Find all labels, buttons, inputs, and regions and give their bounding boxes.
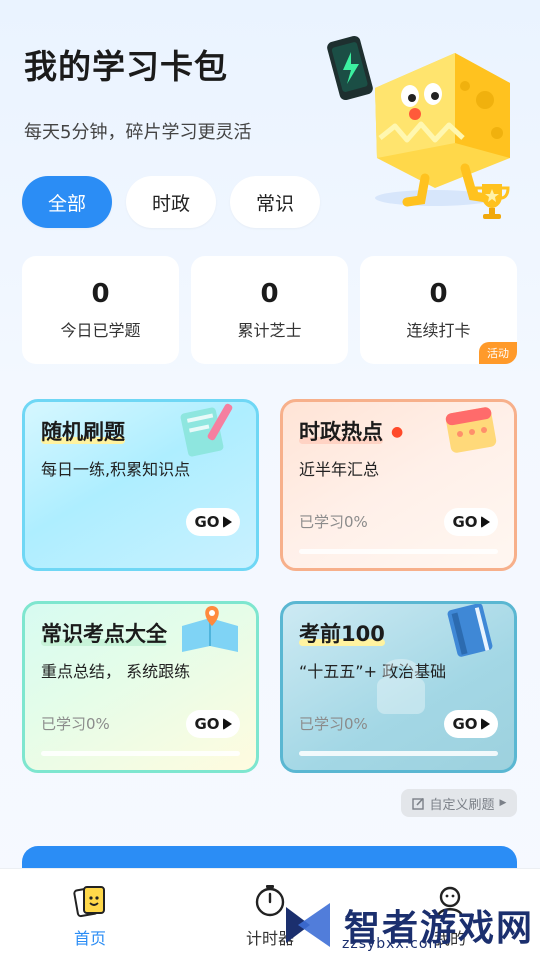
nav-home[interactable]: 首页 [45,883,135,949]
edit-icon [411,797,424,810]
nav-label: 首页 [73,929,106,948]
card-title: 考前100 [299,618,385,648]
go-label: GO [194,715,220,733]
card-current-affairs[interactable]: 时政热点 ● 近半年汇总 已学习0% GO [280,399,517,571]
stat-label: 连续打卡 [406,321,471,340]
stat-card-cheese: 0 累计芝士 [191,256,348,364]
card-title: 随机刷题 [41,416,125,446]
go-button[interactable]: GO [186,508,240,536]
go-button[interactable]: GO [444,710,498,738]
map-pin-book-icon [182,606,238,652]
stat-card-streak[interactable]: 0 连续打卡 活动 [360,256,517,364]
trophy-icon[interactable] [472,180,512,222]
go-label: GO [452,513,478,531]
custom-practice-button[interactable]: 自定义刷题 ▶ [401,789,517,817]
card-title: 时政热点 [299,416,383,446]
filter-tabs: 全部 时政 常识 [22,176,321,228]
tab-general-knowledge[interactable]: 常识 [230,176,321,228]
fire-icon: ● [391,424,404,440]
notebook-pen-icon [180,403,233,457]
card-title-text: 时政热点 [299,420,383,444]
chevron-right-icon: ▶ [499,798,507,808]
play-icon [222,718,232,730]
stat-label: 今日已学题 [60,321,141,340]
play-icon [480,718,490,730]
progress-bar [41,751,240,756]
stat-value: 0 [260,279,279,309]
card-exam-top100[interactable]: 考前100 “十五五”+ 政治基础 已学习0% GO [280,601,517,773]
stat-value: 0 [429,279,448,309]
custom-practice-label: 自定义刷题 [429,797,495,813]
stat-value: 0 [91,279,110,309]
play-icon [480,516,490,528]
page-subtitle: 每天5分钟，碎片学习更灵活 [24,122,252,143]
stats-row: 0 今日已学题 0 累计芝士 0 连续打卡 活动 [22,256,517,364]
page-title: 我的学习卡包 [24,47,228,86]
card-title-text: 常识考点大全 [41,622,167,646]
go-button[interactable]: GO [444,508,498,536]
site-watermark: 智者游戏网 zzsybxx.com [280,890,540,960]
card-random-practice[interactable]: 随机刷题 每日一练,积累知识点 GO [22,399,259,571]
card-knowledge-points[interactable]: 常识考点大全 重点总结， 系统跟练 已学习0% GO [22,601,259,773]
progress-text: 已学习0% [41,715,110,733]
card-title: 常识考点大全 [41,618,167,648]
lock-icon [377,659,425,714]
stat-label: 累计芝士 [237,321,302,340]
card-home-icon [73,886,105,918]
tab-current-affairs[interactable]: 时政 [126,176,217,228]
tab-all[interactable]: 全部 [22,176,113,228]
watermark-logo-icon [286,903,330,947]
go-button[interactable]: GO [186,710,240,738]
card-title-text: 考前100 [299,622,385,646]
activity-badge: 活动 [479,342,517,364]
go-label: GO [452,715,478,733]
progress-bar [299,549,498,554]
calendar-icon [445,407,497,453]
card-title-text: 随机刷题 [41,420,125,444]
progress-text: 已学习0% [299,513,368,531]
watermark-url: zzsybxx.com [342,936,444,952]
stat-card-today: 0 今日已学题 [22,256,179,364]
play-icon [222,516,232,528]
progress-bar [299,751,498,756]
go-label: GO [194,513,220,531]
book-icon [447,604,493,657]
progress-text: 已学习0% [299,715,368,733]
